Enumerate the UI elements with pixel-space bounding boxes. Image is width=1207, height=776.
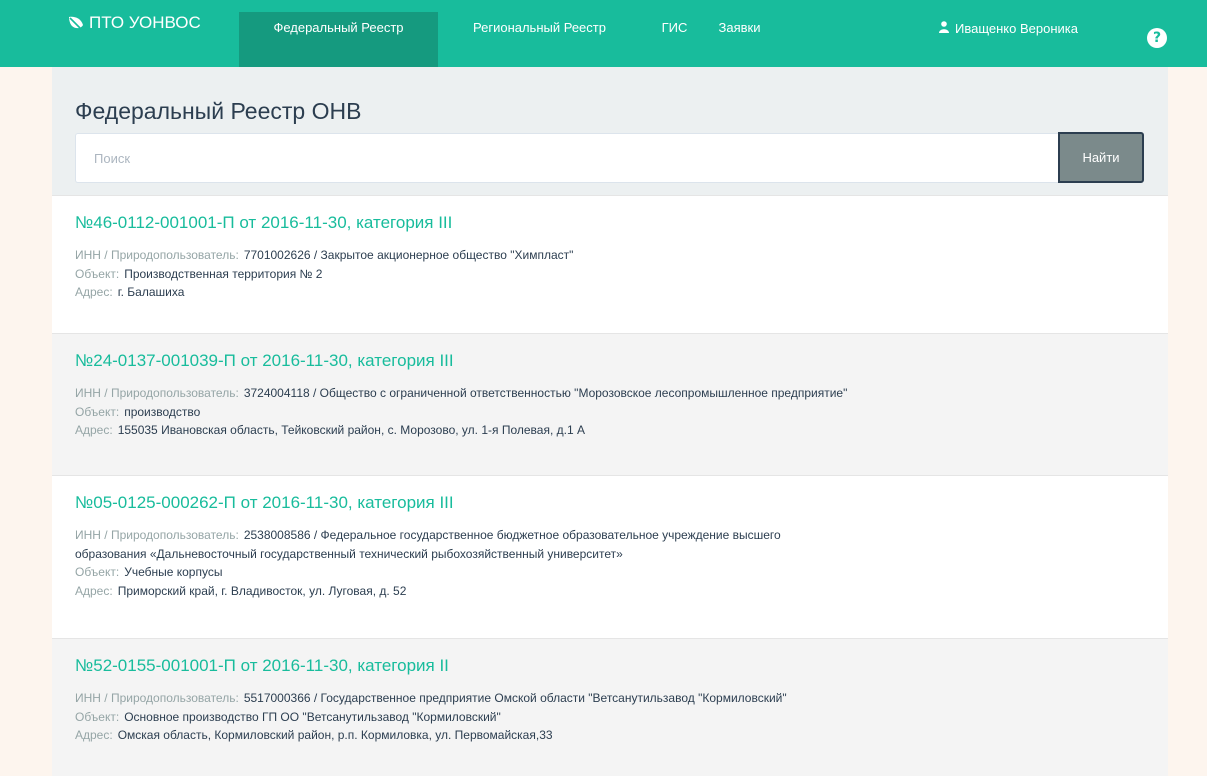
inn-label: ИНН / Природопользователь: xyxy=(75,248,239,262)
result-inn-value: 7701002626 / Закрытое акционерное общест… xyxy=(243,248,574,262)
inn-label: ИНН / Природопользователь: xyxy=(75,528,239,542)
result-inn-value: 3724004118 / Общество с ограниченной отв… xyxy=(243,386,848,400)
user-icon xyxy=(939,20,949,36)
result-inn-line: ИНН / Природопользователь: 3724004118 / О… xyxy=(75,384,1145,403)
result-address-line: Адрес: г. Балашиха xyxy=(75,283,1145,302)
result-address-value: 155035 Ивановская область, Тейковский ра… xyxy=(117,423,585,437)
nav-regional-registry[interactable]: Региональный Реестр xyxy=(442,12,637,67)
inn-label: ИНН / Природопользователь: xyxy=(75,386,239,400)
list-item: №24-0137-001039-П от 2016-11-30, категор… xyxy=(52,333,1168,475)
list-item: №46-0112-001001-П от 2016-11-30, категор… xyxy=(52,195,1168,333)
result-object-line: Объект: Учебные корпусы xyxy=(75,563,1145,582)
result-inn-line-continued: образования «Дальневосточный государстве… xyxy=(75,546,623,561)
result-title-link[interactable]: №24-0137-001039-П от 2016-11-30, категор… xyxy=(75,351,1145,371)
search-input[interactable] xyxy=(75,133,1058,183)
object-label: Объект: xyxy=(75,404,120,419)
result-inn-value: 2538008586 / Федеральное государственное… xyxy=(243,528,781,542)
result-title-link[interactable]: №52-0155-001001-П от 2016-11-30, категор… xyxy=(75,656,1145,676)
result-object-value: производство xyxy=(124,404,201,419)
result-object-line: Объект: Основное производство ГП ОО "Ветс… xyxy=(75,708,1145,727)
brand-link[interactable]: ПТО УОНВОС xyxy=(68,0,201,46)
brand-label: ПТО УОНВОС xyxy=(89,13,201,32)
result-address-line: Адрес: 155035 Ивановская область, Тейковс… xyxy=(75,421,1145,440)
object-label: Объект: xyxy=(75,565,120,579)
page-title: Федеральный Реестр ОНВ xyxy=(75,98,362,124)
object-label: Объект: xyxy=(75,709,120,724)
result-object-line: Объект: Производственная территория № 2 xyxy=(75,265,1145,284)
result-object-value: Основное производство ГП ОО "Ветсанутиль… xyxy=(124,709,501,724)
result-inn-line: ИНН / Природопользователь: 2538008586 / Ф… xyxy=(75,526,1145,545)
result-address-line: Адрес: Приморский край, г. Владивосток, у… xyxy=(75,582,1145,601)
top-navbar: ПТО УОНВОС Федеральный Реестр Региональн… xyxy=(0,0,1207,67)
result-inn-line: ИНН / Природопользователь: 7701002626 / З… xyxy=(75,246,1145,265)
nav-gis[interactable]: ГИС xyxy=(651,12,698,67)
result-address-value: г. Балашиха xyxy=(117,285,185,299)
result-inn-line: ИНН / Природопользователь: 5517000366 / Г… xyxy=(75,689,1145,708)
list-item: №52-0155-001001-П от 2016-11-30, категор… xyxy=(52,638,1168,776)
leaf-icon xyxy=(68,16,84,30)
object-label: Объект: xyxy=(75,266,120,281)
result-title-link[interactable]: №46-0112-001001-П от 2016-11-30, категор… xyxy=(75,213,1145,233)
search-button[interactable]: Найти xyxy=(1058,132,1144,183)
result-object-line: Объект: производство xyxy=(75,403,1145,422)
main-container: Федеральный Реестр ОНВ Найти №46-0112-00… xyxy=(52,67,1168,776)
list-item: №05-0125-000262-П от 2016-11-30, категор… xyxy=(52,475,1168,638)
inn-label: ИНН / Природопользователь: xyxy=(75,691,239,705)
user-name: Иващенко Вероника xyxy=(955,20,1078,36)
result-address-line: Адрес: Омская область, Кормиловский район… xyxy=(75,726,1145,745)
address-label: Адрес: xyxy=(75,285,113,299)
address-label: Адрес: xyxy=(75,583,113,598)
address-label: Адрес: xyxy=(75,423,113,437)
nav-federal-registry[interactable]: Федеральный Реестр xyxy=(239,12,438,67)
result-address-value: Приморский край, г. Владивосток, ул. Луг… xyxy=(117,583,407,598)
nav-requests[interactable]: Заявки xyxy=(712,12,767,67)
page-header: Федеральный Реестр ОНВ Найти xyxy=(52,67,1168,195)
help-icon[interactable]: ? xyxy=(1147,28,1167,48)
result-title-link[interactable]: №05-0125-000262-П от 2016-11-30, категор… xyxy=(75,493,1145,513)
result-object-value: Учебные корпусы xyxy=(124,565,223,579)
result-inn-value: 5517000366 / Государственное предприятие… xyxy=(243,691,787,705)
result-object-value: Производственная территория № 2 xyxy=(124,266,323,281)
user-menu[interactable]: Иващенко Вероника xyxy=(939,20,1078,36)
result-address-value: Омская область, Кормиловский район, р.п.… xyxy=(117,728,553,742)
address-label: Адрес: xyxy=(75,728,113,742)
